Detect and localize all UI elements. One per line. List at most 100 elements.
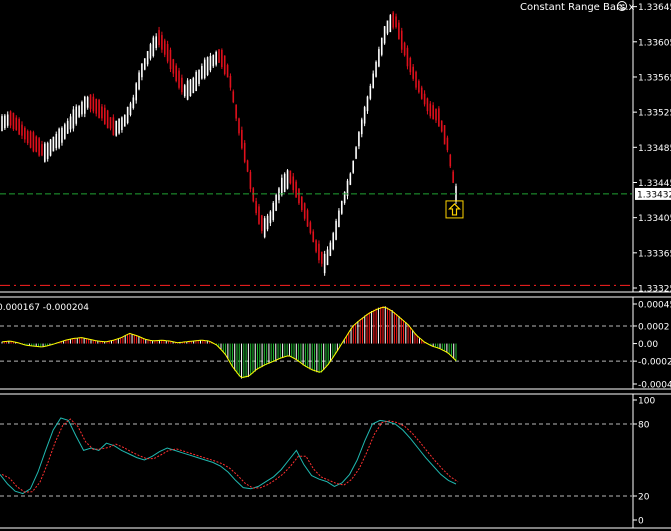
chart-canvas[interactable]: 1.33645 1.33605 1.33565 1.33525 1.33485 1.334… [0, 0, 671, 531]
bull-candle [183, 85, 186, 97]
stoch-tick-label: 100 [638, 397, 655, 407]
bull-candle [326, 249, 329, 266]
bear-candle [95, 98, 98, 114]
bear-candle [309, 222, 312, 233]
bear-candle [18, 119, 20, 135]
bear-candle [426, 98, 429, 112]
bull-candle [141, 63, 143, 78]
bull-candle [115, 120, 118, 136]
bull-candle [69, 116, 72, 130]
bear-candle [106, 110, 109, 129]
bull-candle [389, 15, 392, 33]
bull-candle [81, 101, 83, 115]
stoch-signal-line [1, 418, 459, 493]
bull-candle [132, 97, 135, 109]
bull-candle [78, 106, 80, 117]
price-tick-label: 1.33365 [638, 249, 671, 259]
osc-tick-label: 0.00 [638, 340, 658, 350]
bull-candle [58, 128, 60, 148]
bear-candle [395, 16, 397, 28]
bear-candle [243, 142, 246, 162]
bear-candle [98, 99, 100, 119]
bear-candle [292, 176, 295, 191]
bear-candle [172, 59, 175, 74]
osc-histogram [1, 306, 457, 379]
bull-candle [323, 253, 326, 274]
bull-candle [283, 173, 286, 192]
bull-candle [189, 79, 192, 97]
bear-candle [298, 188, 300, 204]
stoch-axis: 100 80 20 0 [633, 397, 655, 527]
bear-candle [432, 105, 434, 120]
up-arrow-icon[interactable] [445, 200, 464, 219]
bull-candle [272, 202, 275, 220]
bear-candle [258, 206, 260, 224]
bull-candle [135, 83, 138, 101]
bear-candle [400, 30, 403, 50]
bear-candle [26, 130, 29, 144]
bear-candle [169, 49, 172, 70]
bear-candle [440, 120, 443, 132]
bear-candle [229, 75, 232, 88]
bull-candle [192, 77, 195, 94]
osc-tick-label: -0.00046 [638, 381, 671, 391]
bull-candle [378, 49, 380, 67]
bull-candle [286, 170, 289, 189]
osc-tick-label: -0.0002 [638, 358, 671, 368]
bear-candle [163, 40, 166, 55]
bull-candle [152, 37, 155, 57]
bear-candle [320, 251, 323, 264]
bull-candle [366, 96, 369, 112]
bear-candle [29, 131, 32, 148]
bull-candle [203, 59, 206, 79]
osc-levels [0, 325, 632, 362]
stoch-levels [0, 423, 632, 497]
bear-candle [9, 111, 12, 126]
bull-candle [340, 200, 343, 214]
bear-candle [435, 108, 437, 121]
bear-candle [252, 188, 255, 202]
bear-candle [412, 66, 414, 79]
bear-candle [181, 77, 183, 93]
bear-candle [415, 71, 417, 88]
bull-candle [155, 36, 157, 48]
current-price-label: 1.33432 [637, 190, 671, 200]
bear-candle [218, 49, 220, 63]
bear-candle [24, 127, 26, 140]
bull-candle [209, 56, 212, 71]
chart-window: 1.33645 1.33605 1.33565 1.33525 1.33485 1.334… [0, 0, 671, 531]
bull-candle [126, 106, 129, 123]
bear-candle [261, 215, 263, 232]
bear-candle [418, 80, 420, 93]
bull-candle [215, 51, 217, 65]
bull-candle [61, 127, 63, 143]
osc-tick-label: 0.00045 [638, 301, 671, 311]
bear-candle [301, 196, 303, 211]
bull-candle [266, 215, 269, 230]
price-tick-label: 1.33325 [638, 285, 671, 295]
bull-candle [118, 118, 120, 134]
bear-candle [89, 94, 92, 109]
bull-candle [64, 124, 66, 139]
bull-candle [349, 173, 352, 185]
bull-candle [386, 20, 389, 34]
bull-candle [372, 73, 374, 89]
bear-candle [32, 132, 35, 152]
bear-candle [303, 203, 306, 219]
bull-candle [1, 116, 3, 132]
bull-candle [363, 107, 366, 124]
bull-candle [44, 143, 46, 162]
bear-candle [175, 65, 177, 81]
price-tick-label: 1.33645 [638, 3, 671, 13]
bear-candle [235, 104, 237, 119]
bear-candle [109, 117, 112, 129]
bull-candle [269, 211, 272, 224]
bear-candle [403, 42, 406, 56]
bear-candle [101, 106, 103, 119]
bull-candle [360, 119, 363, 135]
price-tick-label: 1.33565 [638, 73, 671, 83]
bear-candle [420, 87, 423, 99]
bull-candle [149, 44, 152, 59]
bull-candle [75, 106, 78, 124]
bull-candle [201, 66, 203, 79]
